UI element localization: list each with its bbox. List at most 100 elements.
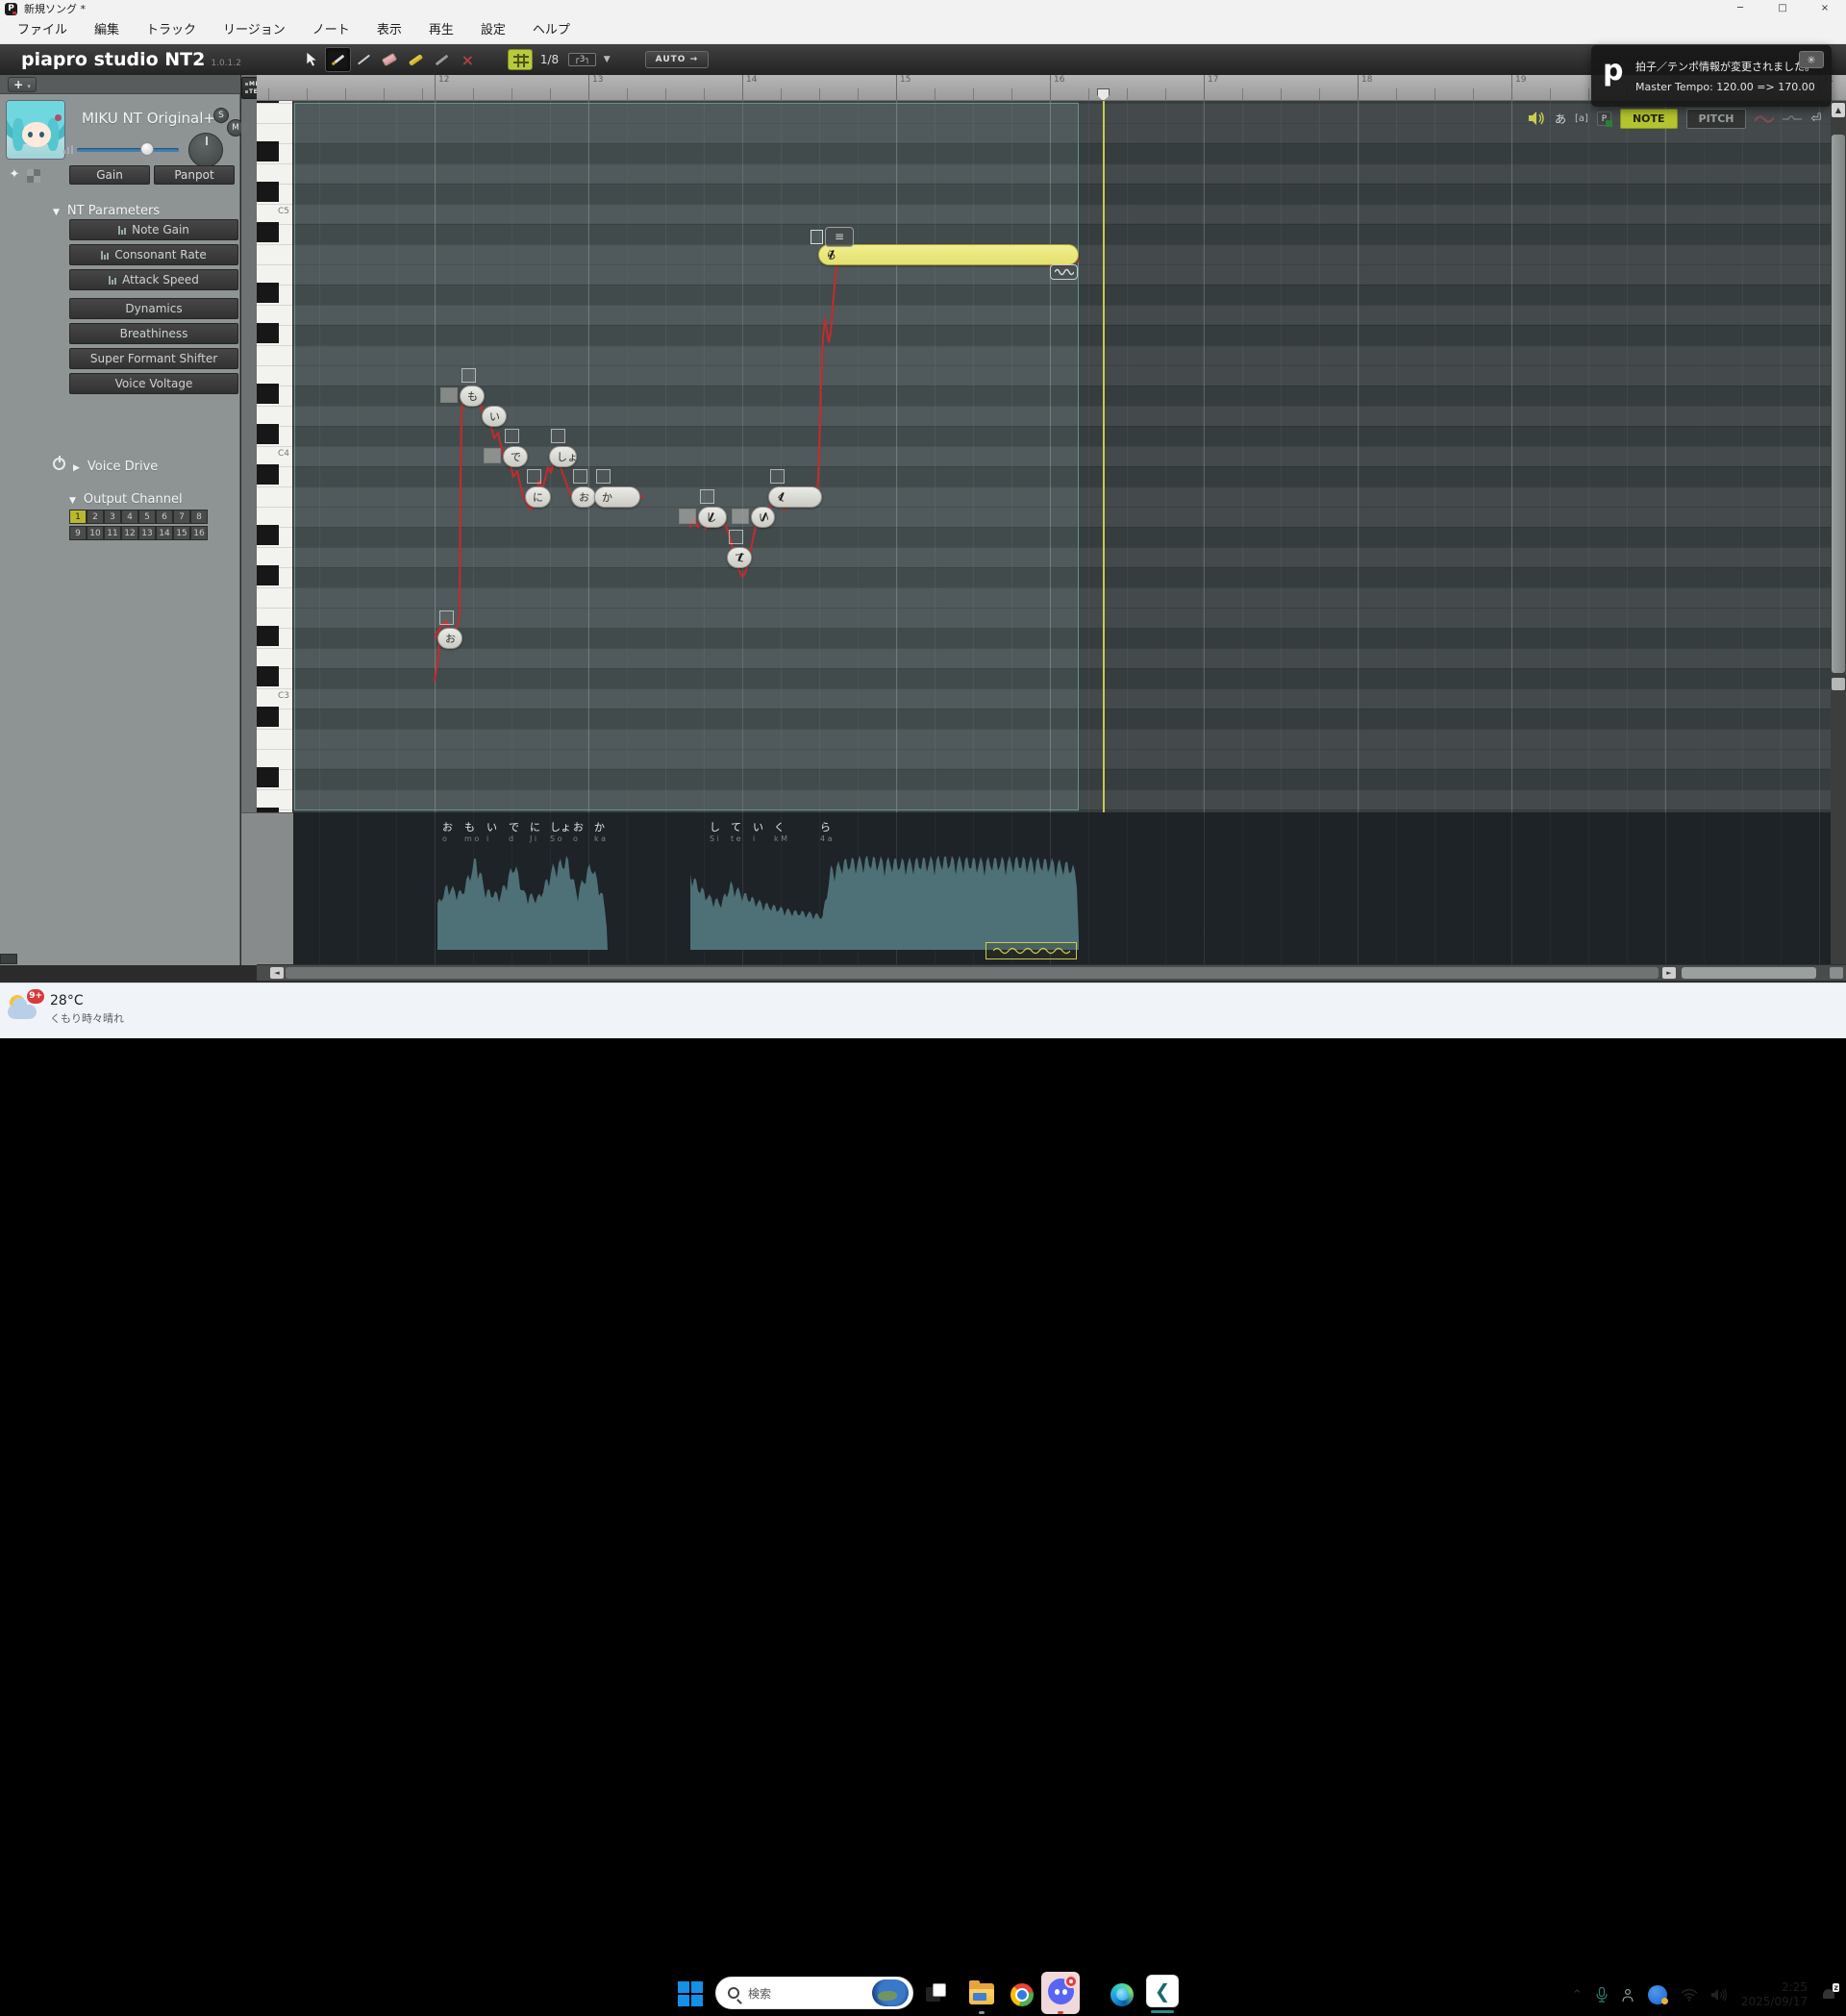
pitch-auto-icon[interactable]: [1783, 112, 1802, 125]
lyric-syllable[interactable]: く: [774, 819, 785, 834]
note-い[interactable]: い: [482, 406, 507, 427]
eraser-tool[interactable]: [377, 47, 403, 72]
region-outline[interactable]: [294, 103, 1079, 810]
sidebar-scrollbar[interactable]: [0, 954, 17, 964]
singer-avatar[interactable]: [6, 100, 65, 160]
romaji-mode-icon[interactable]: [a]: [1575, 113, 1588, 124]
output-channel-14[interactable]: 14: [156, 526, 173, 540]
lyric-syllable[interactable]: か: [594, 819, 605, 834]
speaker-icon[interactable]: [1529, 112, 1546, 125]
note-に[interactable]: に: [525, 486, 551, 508]
microphone-icon[interactable]: [1596, 1987, 1608, 2003]
maximize-button[interactable]: □: [1761, 0, 1804, 17]
marker-tool[interactable]: [403, 47, 429, 72]
note-handle[interactable]: [505, 429, 519, 443]
note-て[interactable]: て: [727, 547, 752, 568]
grid-value[interactable]: 1/8: [540, 53, 559, 66]
menu-item-1[interactable]: 編集: [81, 17, 133, 44]
volume-slider[interactable]: [77, 148, 179, 152]
gray-pen-tool[interactable]: [429, 47, 455, 72]
pitch-mode-button[interactable]: PITCH: [1686, 109, 1747, 129]
checker-icon[interactable]: [27, 169, 40, 183]
scroll-right-button[interactable]: ►: [1662, 967, 1676, 979]
track-name[interactable]: MIKU NT Original++: [82, 110, 228, 127]
note-し[interactable]: し: [698, 507, 727, 528]
menu-item-5[interactable]: 表示: [363, 17, 415, 44]
close-button[interactable]: ×: [1804, 0, 1846, 17]
menu-item-7[interactable]: 設定: [467, 17, 519, 44]
menu-item-2[interactable]: トラック: [133, 17, 210, 44]
note-い[interactable]: い: [751, 507, 775, 528]
people-icon[interactable]: [1621, 1988, 1634, 2003]
speaker-tray-icon[interactable]: [1711, 1988, 1728, 2002]
output-channel-5[interactable]: 5: [138, 510, 156, 524]
solo-button[interactable]: S: [213, 108, 229, 123]
volume-slider-knob[interactable]: [140, 142, 154, 156]
note-で[interactable]: で: [503, 446, 528, 467]
pointer-tool[interactable]: [299, 47, 325, 72]
note-か[interactable]: か: [594, 486, 640, 508]
piapro-taskbar-button[interactable]: ❮: [1146, 1975, 1179, 2007]
lyric-syllable[interactable]: て: [731, 819, 741, 834]
output-channel-10[interactable]: 10: [87, 526, 104, 540]
output-channel-7[interactable]: 7: [173, 510, 190, 524]
gain-button[interactable]: Gain: [69, 165, 150, 185]
pencil-tool[interactable]: [325, 47, 351, 72]
note-mode-button[interactable]: NOTE: [1620, 109, 1678, 129]
piano-keyboard[interactable]: C5C4C3: [257, 101, 293, 812]
output-channel-8[interactable]: 8: [190, 510, 208, 524]
output-channel-15[interactable]: 15: [173, 526, 190, 540]
output-channel-16[interactable]: 16: [190, 526, 208, 540]
notification-bell-icon[interactable]: z: [1821, 1987, 1836, 2003]
note-pre-handle[interactable]: [732, 509, 749, 524]
note-お[interactable]: お: [571, 486, 596, 508]
app-tray-icon[interactable]: [1648, 1985, 1667, 2004]
minimize-button[interactable]: ─: [1719, 0, 1761, 17]
notification-settings-button[interactable]: ✳: [1799, 51, 1824, 68]
scroll-up-button[interactable]: ▲: [1832, 103, 1845, 117]
note-handle[interactable]: [527, 469, 541, 484]
output-channel-9[interactable]: 9: [69, 526, 87, 540]
menu-item-4[interactable]: ノート: [299, 17, 363, 44]
note-も[interactable]: も: [460, 386, 485, 407]
lyric-syllable[interactable]: しょ: [550, 819, 571, 834]
note-pre-handle[interactable]: [484, 448, 501, 463]
note-handle[interactable]: [551, 429, 565, 443]
output-channel-4[interactable]: 4: [121, 510, 138, 524]
note-handle[interactable]: [770, 469, 785, 484]
delete-tool[interactable]: ×: [455, 47, 481, 72]
triplet-button[interactable]: ┌3┐: [568, 53, 596, 66]
scroll-corner-button[interactable]: [1830, 967, 1843, 979]
waveform-selection-box[interactable]: [985, 942, 1077, 959]
line-tool[interactable]: [351, 47, 377, 72]
pitch-draw-icon[interactable]: [1755, 112, 1774, 125]
voice-param-button-0[interactable]: Dynamics: [69, 298, 238, 319]
output-channel-1[interactable]: 1: [69, 510, 87, 524]
menu-item-8[interactable]: ヘルプ: [519, 17, 584, 44]
lyric-syllable[interactable]: い: [486, 819, 497, 834]
note-く[interactable]: く: [768, 486, 822, 508]
voice-param-button-1[interactable]: Breathiness: [69, 323, 238, 344]
grid-dropdown-arrow[interactable]: ▼: [604, 55, 611, 64]
voice-drive-power-icon[interactable]: [53, 458, 65, 470]
discord-button[interactable]: [1041, 1972, 1080, 2014]
vertical-scroll-button[interactable]: [1832, 678, 1845, 690]
horizontal-scroll-thumb[interactable]: [286, 967, 1659, 979]
kana-mode-icon[interactable]: あ: [1555, 111, 1566, 127]
output-channel-3[interactable]: 3: [104, 510, 121, 524]
lyric-syllable[interactable]: し: [710, 819, 720, 834]
note-しょ[interactable]: しょ: [549, 446, 577, 467]
vibrato-icon[interactable]: [1050, 264, 1078, 280]
note-handle[interactable]: [729, 530, 743, 544]
note-handle[interactable]: [573, 469, 587, 484]
edge-button[interactable]: [1110, 1983, 1134, 2006]
note-pre-handle[interactable]: [679, 509, 696, 524]
lyric-syllable[interactable]: も: [464, 819, 475, 834]
zoom-scroll-thumb[interactable]: [1682, 967, 1816, 979]
voice-param-button-3[interactable]: Voice Voltage: [69, 373, 238, 394]
phoneme-badge-icon[interactable]: P: [1597, 112, 1611, 126]
add-track-button[interactable]: + ▾: [8, 77, 37, 92]
voice-param-button-2[interactable]: Super Formant Shifter: [69, 348, 238, 369]
nt-param-button-1[interactable]: Consonant Rate: [69, 244, 238, 265]
note-handle[interactable]: [596, 469, 611, 484]
